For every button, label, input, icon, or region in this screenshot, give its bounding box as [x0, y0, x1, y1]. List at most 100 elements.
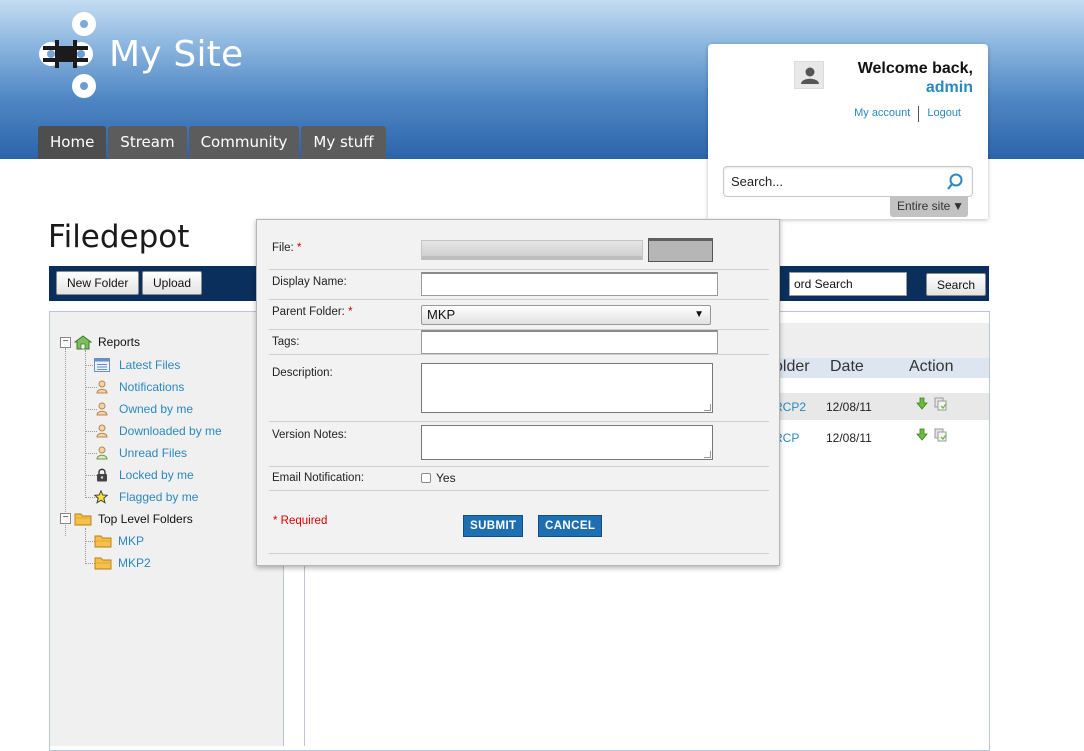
form-row-version-notes: Version Notes: [269, 422, 769, 467]
tree-label-unread-files: Unread Files [119, 446, 188, 460]
resize-grip-icon[interactable] [704, 404, 711, 411]
parent-folder-select[interactable]: MKP ▼ [421, 305, 711, 325]
nav-tab-my-stuff[interactable]: My stuff [301, 126, 386, 159]
avatar[interactable] [794, 61, 824, 89]
home-folder-icon [74, 335, 92, 350]
parent-folder-label: Parent Folder: * [272, 306, 353, 318]
form-row-file: File: * [269, 233, 769, 270]
tree-node-downloaded-by-me[interactable]: Downloaded by me [96, 422, 222, 440]
user-icon [96, 446, 108, 460]
tree-node-locked-by-me[interactable]: Locked by me [96, 466, 194, 484]
site-search-input[interactable] [724, 167, 934, 196]
version-notes-textarea[interactable] [421, 425, 713, 460]
tree-label-mkp2: MKP2 [118, 556, 151, 570]
folder-icon [94, 557, 112, 570]
lock-icon [97, 468, 107, 482]
folder-icon [94, 535, 112, 548]
browse-file-button[interactable] [648, 238, 713, 262]
tree-node-owned-by-me[interactable]: Owned by me [96, 400, 193, 418]
copy-icon[interactable] [934, 397, 948, 411]
search-button[interactable]: Search [926, 273, 987, 296]
username-link[interactable]: admin [858, 79, 973, 97]
required-note: * Required [273, 515, 328, 527]
search-icon[interactable] [946, 173, 964, 191]
collapse-toggle-reports[interactable]: − [60, 337, 71, 348]
tree-label-reports: Reports [98, 335, 141, 349]
caret-down-icon: ▼ [952, 199, 964, 213]
form-row-tags: Tags: [269, 330, 769, 355]
tree-node-folder-mkp2[interactable]: MKP2 [94, 554, 151, 572]
page-title: Filedepot [48, 219, 190, 255]
account-links: My account Logout [854, 106, 961, 122]
tree-node-latest-files[interactable]: Latest Files [94, 356, 180, 374]
email-yes-label[interactable]: Yes [436, 471, 456, 485]
welcome-text: Welcome back, [857, 60, 973, 77]
tree-node-reports[interactable]: Reports [74, 333, 140, 351]
copy-icon[interactable] [934, 428, 948, 442]
keyword-search-input[interactable] [789, 272, 907, 296]
site-logo-icon[interactable] [38, 10, 96, 100]
modal-footer-divider [269, 553, 769, 554]
my-account-link[interactable]: My account [854, 107, 910, 122]
user-icon [96, 380, 108, 394]
site-name[interactable]: My Site [109, 34, 243, 75]
nav-tab-community[interactable]: Community [188, 126, 300, 159]
description-textarea[interactable] [421, 363, 713, 413]
tree-label-flagged-by-me: Flagged by me [119, 490, 199, 504]
download-icon[interactable] [916, 428, 928, 442]
file-path-field[interactable] [421, 240, 643, 260]
form-row-description: Description: [269, 355, 769, 422]
tree-label-top-level-folders: Top Level Folders [98, 512, 193, 526]
caret-down-icon: ▼ [694, 309, 704, 320]
tree-label-latest-files: Latest Files [119, 358, 181, 372]
new-folder-button[interactable]: New Folder [56, 271, 140, 295]
submit-button[interactable]: SUBMIT [463, 515, 524, 537]
folder-sidebar: − Reports Latest Files Notifications Own… [50, 312, 284, 746]
search-scope-dropdown[interactable]: Entire site ▼ [890, 196, 968, 217]
tree-label-locked-by-me: Locked by me [119, 468, 194, 482]
file-label: File: * [272, 242, 302, 254]
folder-icon [74, 513, 92, 526]
main-nav: Home Stream Community My stuff [38, 126, 388, 159]
display-name-label: Display Name: [272, 276, 347, 288]
user-icon [96, 424, 108, 438]
parent-folder-value: MKP [427, 307, 456, 322]
email-notification-checkbox[interactable] [421, 473, 431, 483]
cancel-button[interactable]: CANCEL [538, 515, 603, 537]
tree-label-mkp: MKP [118, 534, 145, 548]
tree-node-unread-files[interactable]: Unread Files [96, 444, 187, 462]
search-scope-label: Entire site [897, 199, 951, 213]
column-header-date[interactable]: Date [830, 358, 864, 376]
tree-node-notifications[interactable]: Notifications [96, 378, 184, 396]
download-icon[interactable] [916, 397, 928, 411]
user-panel: Welcome back, admin My account Logout En… [708, 44, 988, 219]
description-label: Description: [272, 367, 333, 379]
email-notification-label: Email Notification: [272, 472, 365, 484]
version-notes-label: Version Notes: [272, 429, 347, 441]
logout-link[interactable]: Logout [927, 107, 961, 122]
tree-label-downloaded-by-me: Downloaded by me [119, 424, 222, 438]
welcome-message: Welcome back, admin [858, 60, 973, 97]
tree-node-folder-mkp[interactable]: MKP [94, 532, 144, 550]
form-row-parent-folder: Parent Folder: * MKP ▼ [269, 300, 769, 330]
user-icon [96, 402, 108, 416]
tree-label-owned-by-me: Owned by me [119, 402, 194, 416]
column-header-action: Action [909, 358, 954, 375]
tags-input[interactable] [421, 330, 718, 354]
nav-tab-stream[interactable]: Stream [108, 126, 187, 159]
user-avatar-icon [801, 67, 819, 84]
tree-line [65, 348, 66, 536]
list-icon [94, 358, 110, 372]
display-name-input[interactable] [421, 272, 718, 296]
tree-node-top-level-folders[interactable]: Top Level Folders [74, 510, 193, 528]
version-notes-wrapper [421, 425, 713, 460]
nav-tab-home[interactable]: Home [38, 126, 107, 159]
form-row-email-notification: Email Notification: Yes [269, 467, 769, 491]
email-notification-checkbox-group: Yes [421, 471, 456, 485]
tree-node-flagged-by-me[interactable]: Flagged by me [94, 488, 198, 506]
resize-grip-icon[interactable] [704, 451, 711, 458]
tree-label-notifications: Notifications [119, 380, 185, 394]
upload-button[interactable]: Upload [142, 271, 203, 295]
collapse-toggle-top-level[interactable]: − [60, 513, 71, 524]
description-wrapper [421, 363, 713, 413]
